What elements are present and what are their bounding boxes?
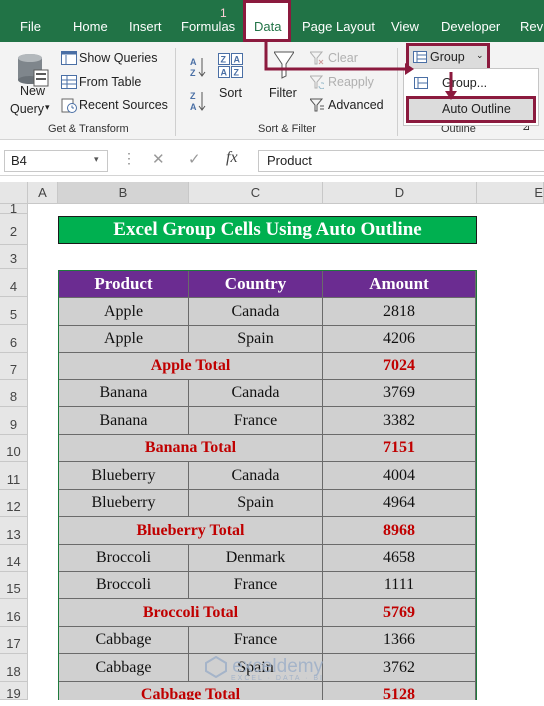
table-cell-amount[interactable]: 2818 bbox=[323, 298, 476, 326]
total-label[interactable]: Apple Total bbox=[59, 353, 323, 380]
table-cell-amount[interactable]: 3762 bbox=[323, 654, 476, 682]
total-amount[interactable]: 7024 bbox=[323, 353, 476, 380]
row-header-3[interactable]: 3 bbox=[0, 245, 28, 269]
row-header-15[interactable]: 15 bbox=[0, 572, 28, 599]
total-label[interactable]: Broccoli Total bbox=[59, 599, 323, 627]
total-amount[interactable]: 5128 bbox=[323, 682, 476, 700]
table-cell-product[interactable]: Apple bbox=[59, 298, 189, 326]
row-header-16[interactable]: 16 bbox=[0, 599, 28, 627]
table-cell-product[interactable]: Apple bbox=[59, 326, 189, 353]
sheet-title[interactable]: Excel Group Cells Using Auto Outline bbox=[58, 216, 477, 244]
table-cell-country[interactable]: Canada bbox=[189, 298, 323, 326]
row-header-17[interactable]: 17 bbox=[0, 627, 28, 654]
table-cell-country[interactable]: Spain bbox=[189, 326, 323, 353]
table-cell-product[interactable]: Cabbage bbox=[59, 654, 189, 682]
total-label[interactable]: Banana Total bbox=[59, 435, 323, 462]
exceldemy-logo-icon bbox=[205, 655, 227, 679]
row-header-19[interactable]: 19 bbox=[0, 682, 28, 701]
table-cell-amount[interactable]: 3769 bbox=[323, 380, 476, 407]
table-cell-amount[interactable]: 4964 bbox=[323, 490, 476, 517]
column-header-d[interactable]: D bbox=[323, 182, 477, 204]
table-cell-product[interactable]: Broccoli bbox=[59, 545, 189, 572]
row-header-4[interactable]: 4 bbox=[0, 269, 28, 297]
row-header-7[interactable]: 7 bbox=[0, 353, 28, 380]
total-amount[interactable]: 7151 bbox=[323, 435, 476, 462]
table-cell-product[interactable]: Blueberry bbox=[59, 462, 189, 490]
table-cell-amount[interactable]: 4658 bbox=[323, 545, 476, 572]
row-header-13[interactable]: 13 bbox=[0, 517, 28, 545]
row-header-18[interactable]: 18 bbox=[0, 654, 28, 682]
header-country[interactable]: Country bbox=[189, 271, 323, 298]
table-cell-product[interactable]: Banana bbox=[59, 407, 189, 435]
table-cell-product[interactable]: Banana bbox=[59, 380, 189, 407]
formula-bar: B4 ▾ ⋮ ✕ ✓ fx Product bbox=[0, 146, 544, 176]
row-header-1[interactable]: 1 bbox=[0, 202, 28, 215]
name-box-value: B4 bbox=[11, 153, 27, 168]
total-amount[interactable]: 8968 bbox=[323, 517, 476, 545]
table-cell-country[interactable]: Spain bbox=[189, 490, 323, 517]
table-cell-amount[interactable]: 3382 bbox=[323, 407, 476, 435]
total-label[interactable]: Cabbage Total bbox=[59, 682, 323, 700]
column-header-e[interactable]: E bbox=[477, 182, 544, 204]
table-cell-product[interactable]: Cabbage bbox=[59, 627, 189, 654]
header-amount[interactable]: Amount bbox=[323, 271, 476, 298]
column-header-a[interactable]: A bbox=[28, 182, 58, 204]
table-cell-country[interactable]: France bbox=[189, 407, 323, 435]
table-cell-country[interactable]: Denmark bbox=[189, 545, 323, 572]
row-header-10[interactable]: 10 bbox=[0, 435, 28, 462]
table-cell-amount[interactable]: 4206 bbox=[323, 326, 476, 353]
more-options-icon: ⋮ bbox=[122, 150, 136, 166]
table-cell-product[interactable]: Broccoli bbox=[59, 572, 189, 599]
exceldemy-watermark: exceldemy EXCEL · DATA · BI bbox=[205, 655, 324, 682]
table-cell-amount[interactable]: 4004 bbox=[323, 462, 476, 490]
row-header-6[interactable]: 6 bbox=[0, 325, 28, 353]
row-header-14[interactable]: 14 bbox=[0, 545, 28, 572]
column-header-c[interactable]: C bbox=[189, 182, 323, 204]
header-product[interactable]: Product bbox=[59, 271, 189, 298]
formula-content: Product bbox=[267, 153, 312, 168]
table-cell-amount[interactable]: 1111 bbox=[323, 572, 476, 599]
table-cell-country[interactable]: France bbox=[189, 572, 323, 599]
column-header-b[interactable]: B bbox=[58, 182, 189, 204]
enter-check-icon[interactable]: ✓ bbox=[188, 150, 201, 168]
cancel-icon[interactable]: ✕ bbox=[152, 150, 165, 168]
name-box-dropdown-icon[interactable]: ▾ bbox=[94, 154, 99, 165]
total-label[interactable]: Blueberry Total bbox=[59, 517, 323, 545]
row-header-8[interactable]: 8 bbox=[0, 380, 28, 407]
formula-input[interactable]: Product bbox=[258, 150, 544, 172]
table-cell-product[interactable]: Blueberry bbox=[59, 490, 189, 517]
table-cell-amount[interactable]: 1366 bbox=[323, 627, 476, 654]
name-box[interactable]: B4 bbox=[4, 150, 108, 172]
row-header-5[interactable]: 5 bbox=[0, 297, 28, 325]
row-header-12[interactable]: 12 bbox=[0, 490, 28, 517]
row-header-9[interactable]: 9 bbox=[0, 407, 28, 435]
row-header-11[interactable]: 11 bbox=[0, 462, 28, 490]
table-cell-country[interactable]: France bbox=[189, 627, 323, 654]
fx-icon[interactable]: fx bbox=[226, 149, 238, 167]
watermark-brand: exceldemy bbox=[232, 656, 324, 678]
total-amount[interactable]: 5769 bbox=[323, 599, 476, 627]
table-cell-country[interactable]: Canada bbox=[189, 380, 323, 407]
table-cell-country[interactable]: Canada bbox=[189, 462, 323, 490]
row-header-2[interactable]: 2 bbox=[0, 214, 28, 245]
